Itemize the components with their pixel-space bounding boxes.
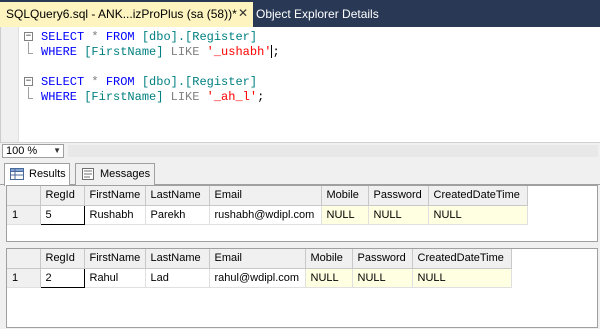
messages-icon [82, 168, 94, 180]
code-line-select-1: SELECT * FROM [dbo].[Register] [41, 30, 258, 44]
header-row: RegId FirstName LastName Email Mobile Pa… [7, 186, 528, 206]
column-header[interactable]: Mobile [321, 186, 369, 206]
column-header[interactable]: LastName [145, 249, 210, 269]
result-table-1: RegId FirstName LastName Email Mobile Pa… [7, 186, 528, 225]
column-header[interactable]: Mobile [305, 249, 353, 269]
collapse-icon[interactable]: − [24, 77, 33, 86]
column-header[interactable]: CreatedDateTime [412, 249, 512, 269]
outline-tick [28, 53, 33, 54]
table-row[interactable]: 1 2 Rahul Lad rahul@wdipl.com NULL NULL … [7, 267, 512, 288]
cell-mobile[interactable]: NULL [305, 268, 353, 288]
tab-messages-label: Messages [100, 168, 151, 180]
tab-object-explorer-details[interactable]: Object Explorer Details [256, 2, 383, 27]
cell-lastname[interactable]: Parekh [145, 205, 210, 225]
tab-results-label: Results [29, 168, 66, 180]
cell-password[interactable]: NULL [368, 205, 429, 225]
cell-createddatetime[interactable]: NULL [428, 205, 528, 225]
row-number[interactable]: 1 [7, 205, 41, 225]
cell-firstname[interactable]: Rahul [84, 268, 146, 288]
result-grid-1[interactable]: RegId FirstName LastName Email Mobile Pa… [6, 185, 598, 242]
column-header[interactable]: FirstName [84, 249, 146, 269]
column-header[interactable]: RegId [40, 186, 85, 206]
tab-sqlquery6-label: SQLQuery6.sql - ANK...izProPlus (sa (58)… [6, 7, 237, 21]
code-line-select-2: SELECT * FROM [dbo].[Register] [41, 75, 258, 89]
code-line-where-1: WHERE [FirstName] LIKE '_ushabh'; [41, 45, 280, 59]
chevron-down-icon: ▼ [53, 146, 61, 155]
editor-gutter [1, 27, 19, 142]
column-header[interactable]: Email [209, 186, 322, 206]
zoom-value: 100 % [6, 145, 38, 157]
horizontal-scrollbar[interactable] [68, 145, 598, 157]
tab-messages[interactable]: Messages [75, 163, 155, 185]
tab-sqlquery6[interactable]: SQLQuery6.sql - ANK...izProPlus (sa (58)… [0, 2, 253, 27]
zoom-select[interactable]: 100 % ▼ [2, 144, 64, 158]
cell-firstname[interactable]: Rushabh [84, 205, 146, 225]
header-row: RegId FirstName LastName Email Mobile Pa… [7, 249, 512, 269]
cell-createddatetime[interactable]: NULL [412, 268, 512, 288]
outline-tick [28, 98, 33, 99]
collapse-icon[interactable]: − [24, 32, 33, 41]
column-header[interactable]: RegId [40, 249, 85, 269]
table-row[interactable]: 1 5 Rushabh Parekh rushabh@wdipl.com NUL… [7, 204, 528, 225]
query-editor[interactable]: − − SELECT * FROM [dbo].[Register] WHERE… [0, 27, 600, 142]
cell-mobile[interactable]: NULL [321, 205, 369, 225]
corner-header [7, 249, 41, 269]
cell-email[interactable]: rushabh@wdipl.com [209, 205, 322, 225]
result-table-2: RegId FirstName LastName Email Mobile Pa… [7, 249, 512, 288]
cell-regid[interactable]: 2 [39, 267, 85, 288]
cell-email[interactable]: rahul@wdipl.com [209, 268, 306, 288]
cell-regid[interactable]: 5 [39, 204, 85, 225]
tab-results[interactable]: Results [4, 163, 70, 186]
editor-status-bar: 100 % ▼ [0, 142, 600, 158]
result-grid-2[interactable]: RegId FirstName LastName Email Mobile Pa… [6, 248, 598, 328]
document-tab-strip: SQLQuery6.sql - ANK...izProPlus (sa (58)… [0, 0, 600, 27]
tab-object-explorer-details-label: Object Explorer Details [256, 7, 379, 21]
column-header[interactable]: Password [368, 186, 429, 206]
column-header[interactable]: Password [352, 249, 413, 269]
row-number[interactable]: 1 [7, 268, 41, 288]
close-icon[interactable]: ✕ [238, 6, 248, 20]
results-tab-strip: Results Messages [0, 163, 600, 186]
cell-lastname[interactable]: Lad [145, 268, 210, 288]
results-pane: Results Messages RegId FirstName LastNam… [0, 158, 600, 329]
corner-header [7, 186, 41, 206]
column-header[interactable]: LastName [145, 186, 210, 206]
grid-icon [10, 168, 24, 180]
code-line-where-2: WHERE [FirstName] LIKE '_ah_l'; [41, 90, 265, 104]
cell-password[interactable]: NULL [352, 268, 413, 288]
outline-line [28, 42, 29, 53]
outline-line [28, 87, 29, 98]
column-header[interactable]: CreatedDateTime [428, 186, 528, 206]
column-header[interactable]: FirstName [84, 186, 146, 206]
column-header[interactable]: Email [209, 249, 306, 269]
